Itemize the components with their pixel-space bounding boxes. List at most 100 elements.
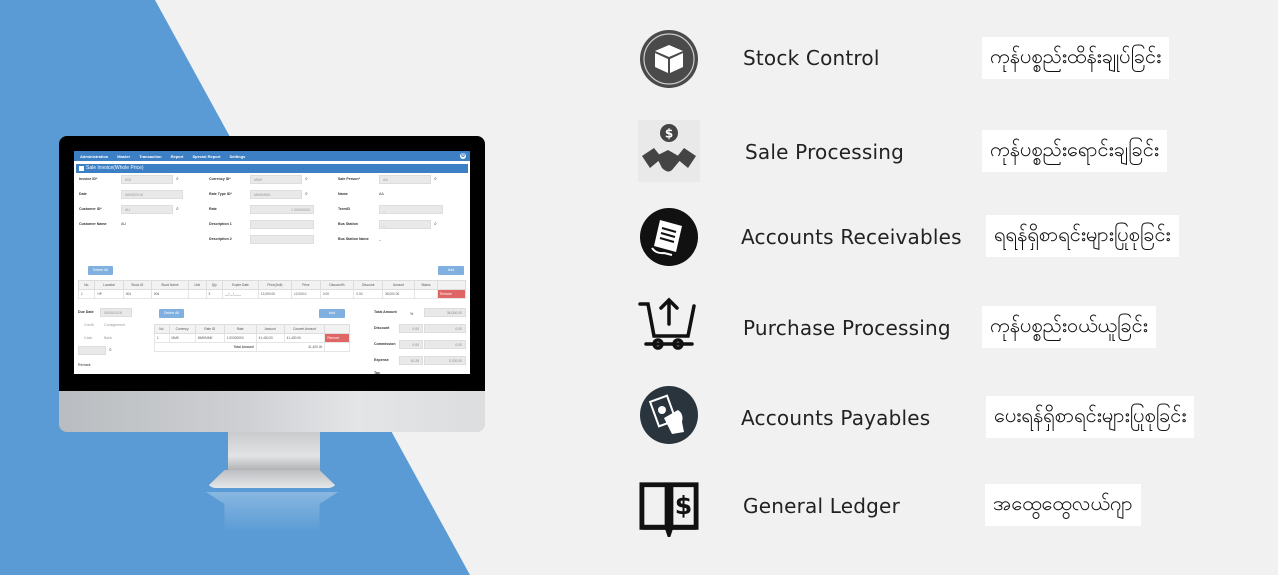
invoice-id-field[interactable]: 005 bbox=[121, 175, 173, 184]
total-value: 41,400.00 bbox=[255, 342, 326, 352]
col-header: Amount bbox=[382, 280, 415, 290]
feature-title-myanmar: ပေးရန်ရှိစာရင်းများပြုစုခြင်း bbox=[986, 396, 1195, 438]
cell[interactable]: 3 bbox=[205, 289, 224, 299]
summary-discount-pct[interactable]: 0.00 bbox=[399, 324, 423, 333]
cell: 1.00000000 bbox=[223, 333, 257, 343]
cell[interactable]: 0.00 bbox=[353, 289, 384, 299]
col-header: Amount bbox=[255, 324, 285, 334]
bus-station-name-value: _ bbox=[379, 237, 381, 241]
feature-title: Purchase Processing bbox=[743, 316, 951, 340]
search-icon[interactable]: ⌕ bbox=[434, 176, 437, 182]
summary-total-value: 36,000.00 bbox=[424, 308, 466, 317]
app-screenshot: Administration Master Transaction Report… bbox=[74, 151, 470, 374]
ledger-book-icon: $ bbox=[639, 482, 699, 537]
search-icon[interactable]: ⌕ bbox=[176, 176, 179, 182]
feature-title-myanmar: ကုန်ပစ္စည်းဝယ်ယူခြင်း bbox=[982, 306, 1156, 348]
nav-master[interactable]: Master bbox=[117, 154, 130, 159]
nav-report[interactable]: Report bbox=[171, 154, 184, 159]
col-header: Discount% bbox=[319, 280, 355, 290]
cell[interactable]: MMKMMK bbox=[194, 333, 225, 343]
remove-button[interactable]: Remove bbox=[437, 289, 466, 299]
cell[interactable] bbox=[187, 289, 207, 299]
summary-commission-label: Commission bbox=[374, 342, 396, 346]
payment-consignment-option[interactable]: Consignment bbox=[104, 323, 125, 327]
col-header: Currency bbox=[168, 324, 196, 334]
rate-type-field[interactable]: MMKMMK bbox=[250, 190, 302, 199]
name-value: AA bbox=[379, 192, 384, 196]
feature-title: Accounts Receivables bbox=[741, 225, 962, 249]
description-1-field[interactable] bbox=[250, 220, 314, 229]
rate-field[interactable]: 1.00000000 bbox=[250, 205, 314, 214]
cell[interactable]: HP bbox=[94, 289, 124, 299]
payment-credit-option[interactable]: Credit bbox=[84, 323, 94, 327]
description-2-label: Description 2 bbox=[209, 237, 232, 241]
col-header: Stock Name bbox=[150, 280, 189, 290]
col-header: No. bbox=[77, 280, 96, 290]
remove-button[interactable]: Remove bbox=[324, 333, 350, 343]
items-table-header: No. Location Stock ID Stock Name Unit Qt… bbox=[77, 280, 466, 290]
monitor-bezel: Administration Master Transaction Report… bbox=[59, 136, 485, 391]
feature-title-myanmar: အထွေထွေလယ်ဂျာ bbox=[985, 484, 1141, 526]
payment-cash-option[interactable]: Cash bbox=[84, 336, 92, 340]
invoice-id-label: Invoice ID* bbox=[79, 177, 98, 181]
bank-field[interactable] bbox=[78, 346, 106, 355]
nav-transaction[interactable]: Transaction bbox=[139, 154, 161, 159]
cart-upload-icon bbox=[638, 297, 696, 350]
term-id-field[interactable]: _ bbox=[379, 205, 443, 214]
nav-administration[interactable]: Administration bbox=[80, 154, 108, 159]
bus-station-name-label: Bus Station Name bbox=[338, 237, 369, 241]
monitor-chin bbox=[59, 391, 485, 432]
summary-discount-value[interactable]: 0.00 bbox=[424, 324, 466, 333]
search-icon[interactable]: ⌕ bbox=[305, 176, 308, 182]
date-field[interactable]: 08/05/2018 bbox=[121, 190, 183, 199]
col-header: Price bbox=[291, 280, 321, 290]
svg-text:$: $ bbox=[665, 127, 673, 141]
col-header: Rate bbox=[223, 324, 257, 334]
customer-id-field[interactable]: AU bbox=[121, 205, 173, 214]
search-icon[interactable]: ⌕ bbox=[176, 206, 179, 212]
currency-id-field[interactable]: MMK bbox=[250, 175, 302, 184]
payment-bank-option[interactable]: Bank bbox=[104, 336, 112, 340]
nav-special-report[interactable]: Special Report bbox=[192, 154, 220, 159]
cell[interactable]: 004 bbox=[122, 289, 152, 299]
summary-commission-value[interactable]: 0.00 bbox=[424, 340, 466, 349]
summary-tax-label: Tax bbox=[374, 371, 380, 374]
add-item-button[interactable]: Add bbox=[438, 266, 464, 275]
col-header: Qty bbox=[205, 280, 224, 290]
summary-commission-pct[interactable]: 0.00 bbox=[399, 340, 423, 349]
description-2-field[interactable] bbox=[250, 235, 314, 244]
summary-expense-value[interactable]: 3,700.00 bbox=[424, 356, 466, 365]
due-date-field[interactable]: 08/05/2018 bbox=[100, 308, 132, 317]
search-icon[interactable]: ⌕ bbox=[109, 347, 112, 353]
monitor-stand-foot bbox=[206, 470, 338, 488]
total-row: Total Amount 41,400.00 bbox=[154, 342, 350, 352]
summary-expense-pct[interactable]: 10.25 bbox=[399, 356, 423, 365]
nav-settings[interactable]: Settings bbox=[230, 154, 246, 159]
sale-person-field[interactable]: AA bbox=[379, 175, 431, 184]
delete-all-currency-button[interactable]: Delete All bbox=[159, 309, 184, 318]
monitor-mockup: Administration Master Transaction Report… bbox=[59, 136, 485, 432]
cell[interactable]: __/__/____ bbox=[222, 289, 259, 299]
currency-table-header: No. Currency Rate ID Rate Amount Convert… bbox=[154, 324, 350, 334]
col-header: Status bbox=[413, 280, 439, 290]
feature-title-myanmar: ကုန်ပစ္စည်းရောင်းချခြင်း bbox=[982, 130, 1167, 172]
table-row: 1 HP 004 004 3 __/__/____ 12,000.00 12,0… bbox=[77, 289, 466, 299]
cell bbox=[324, 342, 350, 352]
bus-station-label: Bus Station bbox=[338, 222, 358, 226]
bus-station-field[interactable]: _ bbox=[379, 220, 431, 229]
col-header: No. bbox=[154, 324, 170, 334]
cell[interactable]: MMK bbox=[168, 333, 196, 343]
customer-name-value: AU bbox=[121, 222, 126, 226]
currency-table: No. Currency Rate ID Rate Amount Convert… bbox=[154, 324, 350, 352]
cell: 36,000.00 bbox=[382, 289, 415, 299]
gear-icon[interactable]: ⚙ bbox=[460, 153, 466, 159]
delete-all-button[interactable]: Delete All bbox=[88, 266, 113, 275]
search-icon[interactable]: ⌕ bbox=[434, 221, 437, 227]
cell[interactable]: 0.00 bbox=[319, 289, 355, 299]
col-header: Stock ID bbox=[122, 280, 152, 290]
name-label: Name bbox=[338, 192, 348, 196]
cell[interactable] bbox=[413, 289, 439, 299]
add-currency-button[interactable]: Add bbox=[319, 309, 345, 318]
table-row: 1 MMK MMKMMK 1.00000000 41,400.00 41,400… bbox=[154, 333, 350, 343]
search-icon[interactable]: ⌕ bbox=[305, 191, 308, 197]
